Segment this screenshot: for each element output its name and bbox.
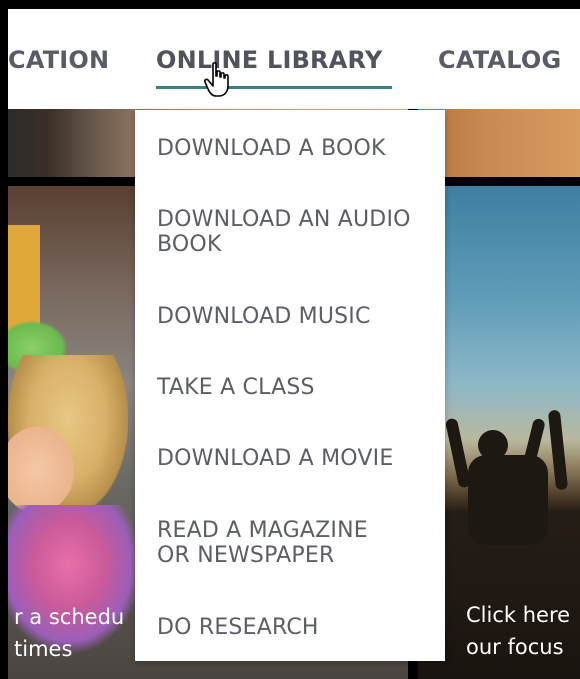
menu-item-download-music[interactable]: DOWNLOAD MUSIC xyxy=(157,304,371,329)
sunset-caption-line-2[interactable]: our focus xyxy=(466,632,564,662)
menu-item-take-class[interactable]: TAKE A CLASS xyxy=(157,375,315,400)
menu-item-label: READ A MAGAZINE xyxy=(157,518,368,543)
menu-item-label: TAKE A CLASS xyxy=(157,375,315,400)
menu-item-download-audio-book[interactable]: DOWNLOAD AN AUDIO BOOK xyxy=(157,207,411,257)
menu-item-download-movie[interactable]: DOWNLOAD A MOVIE xyxy=(157,446,393,471)
main-navigation: CATION ONLINE LIBRARY CATALOG xyxy=(8,9,580,109)
sunset-caption-line-1[interactable]: Click here xyxy=(466,600,570,630)
menu-item-label: DOWNLOAD AN AUDIO xyxy=(157,207,411,232)
photo-detail-child-shirt xyxy=(8,505,143,655)
nav-item-catalog[interactable]: CATALOG xyxy=(438,46,561,74)
menu-item-download-book[interactable]: DOWNLOAD A BOOK xyxy=(157,136,386,161)
active-nav-underline xyxy=(156,86,392,89)
menu-item-label: BOOK xyxy=(157,232,222,257)
photo-detail-body xyxy=(468,455,548,545)
online-library-dropdown: DOWNLOAD A BOOK DOWNLOAD AN AUDIO BOOK D… xyxy=(135,110,445,661)
nav-item-education[interactable]: CATION xyxy=(8,46,109,74)
menu-item-read-magazine[interactable]: READ A MAGAZINE OR NEWSPAPER xyxy=(157,518,368,568)
menu-item-label: OR NEWSPAPER xyxy=(157,543,335,568)
menu-item-label: DOWNLOAD A BOOK xyxy=(157,136,386,161)
nav-item-online-library[interactable]: ONLINE LIBRARY xyxy=(156,46,382,74)
menu-item-do-research[interactable]: DO RESEARCH xyxy=(157,615,319,640)
menu-item-label: DOWNLOAD MUSIC xyxy=(157,304,371,329)
children-caption-line-1: r a schedu xyxy=(14,605,125,629)
menu-item-label: DO RESEARCH xyxy=(157,615,319,640)
children-caption-line-2: times xyxy=(14,637,73,661)
hand-pointer-icon xyxy=(204,62,229,97)
menu-item-label: DOWNLOAD A MOVIE xyxy=(157,446,394,471)
